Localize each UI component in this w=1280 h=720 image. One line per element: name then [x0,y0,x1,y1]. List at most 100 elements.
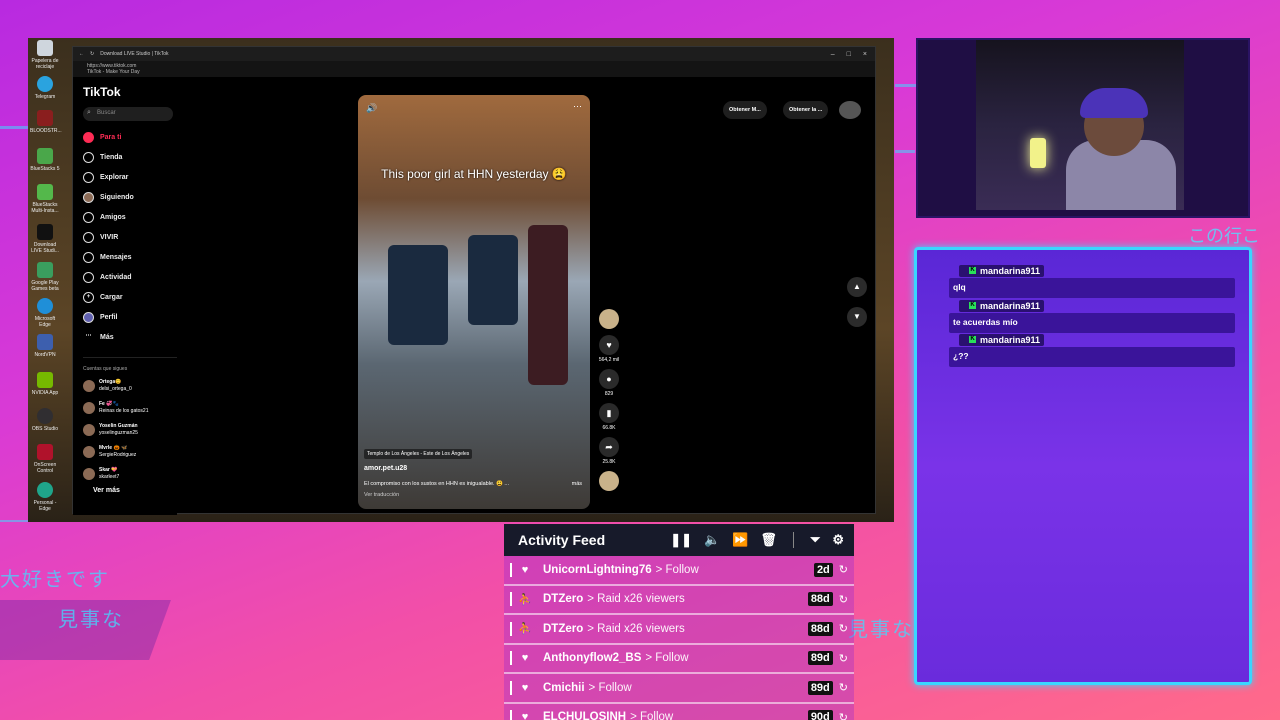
desktop-icon[interactable]: Personal - Edge [30,482,60,512]
feed-action: > Raid x26 viewers [587,593,685,606]
filter-icon[interactable]: ⏷ [810,532,820,548]
home-icon [83,131,94,143]
author-avatar[interactable] [597,309,621,329]
feed-item[interactable]: ♥ Anthonyflow2_BS > Follow 89d ↻ [504,644,854,674]
avatar [83,380,95,392]
nav-activity[interactable]: Actividad [83,267,177,287]
nav-following[interactable]: Siguiendo [83,187,177,207]
desktop-icon[interactable]: BlueStacks 5 [30,148,60,172]
previous-video-button[interactable]: ▲ [847,277,867,297]
location-tag[interactable]: Templo de Los Ángeles - Este de Los Ánge… [364,449,473,459]
replay-icon[interactable]: ↻ [839,593,848,606]
reload-icon[interactable]: ↻ [90,51,94,57]
nav-profile[interactable]: Perfil [83,307,177,327]
overlay-text: 見事な [58,609,124,631]
user-avatar[interactable] [839,101,861,119]
gear-icon[interactable]: ⚙ [832,532,844,548]
share-button[interactable]: ➦ 25.8K [597,437,621,465]
chevron-up-icon: ▲ [853,282,861,291]
skip-icon[interactable]: ⏩ [732,532,748,548]
tab-title[interactable]: Download LIVE Studio | TikTok [100,51,168,57]
webcam-feed [976,40,1184,210]
replay-icon[interactable]: ↻ [839,681,848,694]
desktop-icon[interactable]: OBS Studio [30,408,60,432]
nvidia-icon [37,372,53,388]
followed-account[interactable]: Fe 💞🐾 Reinas de los gatos21 [83,397,177,419]
video-figure [528,225,568,385]
trash-icon[interactable]: 🗑 [760,532,777,548]
activity-feed: Activity Feed ❚❚ 🔈 ⏩ 🗑 ⏷ ⚙ ♥ UnicornLight… [504,524,854,720]
feed-item[interactable]: ♥ Cmichii > Follow 89d ↻ [504,674,854,704]
followed-account[interactable]: Skar 💝 skarleet7 [83,463,177,485]
nav-for-you[interactable]: Para ti [83,127,177,147]
tiktok-logo[interactable]: TikTok [83,85,177,99]
bg-stripe [895,84,917,87]
next-video-button[interactable]: ▼ [847,307,867,327]
desktop-icon[interactable]: Download LIVE Studi... [30,224,60,254]
followed-account[interactable]: Ortega😊 delsi_ortega_0 [83,375,177,397]
close-icon[interactable]: × [863,51,867,58]
video-player[interactable]: 🔊 ⋯ This poor girl at HHN yesterday 😩 Te… [358,95,590,509]
desktop-icon[interactable]: Papelera de reciclaje [30,40,60,70]
translate-link[interactable]: Ver traducción [364,492,399,498]
bluestacks-multi-icon [37,184,53,200]
heart-icon: ♥ [521,711,529,720]
desktop-icon[interactable]: Google Play Games beta [30,262,60,292]
volume-icon[interactable]: 🔈 [704,532,720,548]
nav-live[interactable]: VIVIR [83,227,177,247]
comment-button[interactable]: ● 829 [597,369,621,397]
minimize-icon[interactable]: – [831,51,835,58]
feed-item[interactable]: ⛹ DTZero > Raid x26 viewers 88d ↻ [504,585,854,615]
bookmark-button[interactable]: ▮ 66.8K [597,403,621,431]
desktop-icon[interactable]: BlueStacks Multi-Insta... [30,184,60,214]
address-bar[interactable]: https://www.tiktok.com TikTok - Make You… [73,61,875,77]
nav-upload[interactable]: + Cargar [83,287,177,307]
feed-item[interactable]: ♥ UnicornLightning76 > Follow 2d ↻ [504,556,854,586]
telegram-icon [37,76,53,92]
desktop-icon[interactable]: NordVPN [30,334,60,358]
like-button[interactable]: ♥ 564,2 mil [597,335,621,363]
replay-icon[interactable]: ↻ [839,622,848,635]
row-marker [510,621,512,636]
desktop-icon[interactable]: OnScreen Control [30,444,60,474]
share-icon: ➦ [599,437,619,457]
get-desktop-button[interactable]: Obtener la ... [783,101,829,119]
followed-account[interactable]: Mvrle 🎃 🦋 SergieRodriguez [83,441,177,463]
bluestacks-icon [37,148,53,164]
bookmark-icon: ▮ [599,403,619,423]
nav-friends[interactable]: Amigos [83,207,177,227]
video-author[interactable]: amor.pet.u28 [364,465,407,472]
more-options-icon[interactable]: ⋯ [573,101,582,112]
chat-username: Kmandarina911 [959,264,1045,277]
desktop-icon[interactable]: Microsoft Edge [30,298,60,328]
search-input[interactable]: ⌕ Buscar [83,107,173,121]
pause-icon[interactable]: ❚❚ [670,532,692,548]
replay-icon[interactable]: ↻ [839,711,848,720]
feed-item[interactable]: ♥ ELCHULOSINH > Follow 90d ↻ [504,703,854,720]
nav-explore[interactable]: Explorar [83,167,177,187]
desktop-icon[interactable]: NVIDIA App [30,372,60,396]
avatar [83,402,95,414]
feed-header: Activity Feed ❚❚ 🔈 ⏩ 🗑 ⏷ ⚙ [504,524,854,556]
feed-action: > Follow [645,652,689,665]
more-link[interactable]: más [572,481,582,487]
sound-avatar[interactable] [597,471,621,491]
feed-age: 88d [807,592,833,607]
volume-icon[interactable]: 🔊 [366,103,377,114]
desktop-icon[interactable]: BLOODSTR... [30,110,62,134]
get-app-button[interactable]: Obtener M... [723,101,767,119]
feed-item[interactable]: ⛹ DTZero > Raid x26 viewers 88d ↻ [504,615,854,645]
nav-messages[interactable]: Mensajes [83,247,177,267]
replay-icon[interactable]: ↻ [839,652,848,665]
desktop-icon[interactable]: Telegram [30,76,60,100]
replay-icon[interactable]: ↻ [839,563,848,576]
feed-age: 2d [813,562,833,577]
nav-more[interactable]: ⋯ Más [83,327,177,347]
bg-stripe [0,126,30,129]
maximize-icon[interactable]: □ [847,51,851,58]
chevron-down-icon: ▼ [853,312,861,321]
back-icon[interactable]: ← [79,51,84,57]
nav-shop[interactable]: Tienda [83,147,177,167]
followed-account[interactable]: Yoselin Guzmán yoselinguzman25 [83,419,177,441]
see-more-link[interactable]: Ver más [83,487,177,494]
